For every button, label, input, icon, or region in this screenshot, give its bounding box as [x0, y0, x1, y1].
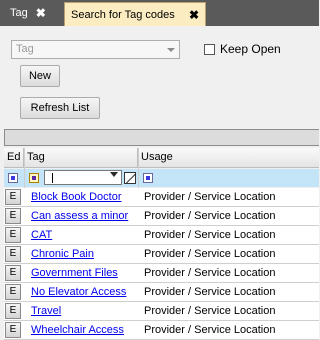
tag-combo-placeholder: Tag — [16, 43, 34, 55]
keep-open-option[interactable]: Keep Open — [204, 42, 281, 56]
table-row: E Government Files Provider / Service Lo… — [4, 264, 319, 283]
close-icon[interactable]: ✖ — [36, 6, 46, 20]
close-icon[interactable]: ✖ — [189, 8, 199, 22]
edit-button[interactable]: E — [5, 284, 21, 300]
table-row: E Block Book Doctor Provider / Service L… — [4, 188, 319, 207]
grid-toolbar — [4, 129, 319, 146]
table-row: E Wheelchair Access Provider / Service L… — [4, 321, 319, 340]
filter-mode-icon[interactable] — [8, 173, 18, 183]
table-row: E CAT Provider / Service Location — [4, 226, 319, 245]
usage-filter-icon[interactable] — [143, 173, 153, 183]
filter-dropdown-icon[interactable] — [110, 172, 118, 177]
edit-button[interactable]: E — [5, 322, 21, 338]
usage-cell: Provider / Service Location — [144, 229, 276, 241]
edit-button[interactable]: E — [5, 303, 21, 319]
edit-button[interactable]: E — [5, 265, 21, 281]
tag-link[interactable]: Wheelchair Access — [31, 324, 124, 336]
edit-button[interactable]: E — [5, 227, 21, 243]
tab-bar: Tag ✖ Search for Tag codes ✖ — [0, 0, 319, 26]
tag-link[interactable]: Travel — [31, 305, 61, 317]
text-caret — [52, 173, 53, 183]
tab-tag[interactable]: Tag ✖ — [4, 2, 62, 24]
tag-link[interactable]: Can assess a minor — [31, 210, 128, 222]
column-header-usage[interactable]: Usage — [138, 148, 319, 168]
usage-cell: Provider / Service Location — [144, 210, 276, 222]
tag-link[interactable]: Block Book Doctor — [31, 191, 121, 203]
refresh-list-button[interactable]: Refresh List — [20, 97, 100, 119]
tag-link[interactable]: CAT — [31, 229, 52, 241]
usage-cell: Provider / Service Location — [144, 267, 276, 279]
tab-search-tag-codes[interactable]: Search for Tag codes ✖ — [64, 2, 206, 26]
clear-filter-icon[interactable] — [124, 172, 136, 184]
usage-cell: Provider / Service Location — [144, 248, 276, 260]
tag-combo[interactable]: Tag — [11, 40, 180, 59]
column-header-tag[interactable]: Tag — [24, 148, 138, 168]
edit-button[interactable]: E — [5, 189, 21, 205]
tag-link[interactable]: Government Files — [31, 267, 118, 279]
table-row: E Travel Provider / Service Location — [4, 302, 319, 321]
keep-open-checkbox[interactable] — [204, 43, 215, 55]
tab-label: Search for Tag codes — [71, 8, 175, 21]
usage-cell: Provider / Service Location — [144, 324, 276, 336]
filter-operator-icon[interactable] — [29, 173, 39, 183]
new-button[interactable]: New — [20, 65, 60, 87]
column-header-ed[interactable]: Ed — [4, 148, 24, 168]
usage-cell: Provider / Service Location — [144, 305, 276, 317]
usage-cell: Provider / Service Location — [144, 191, 276, 203]
usage-cell: Provider / Service Location — [144, 286, 276, 298]
tag-link[interactable]: Chronic Pain — [31, 248, 94, 260]
tag-link[interactable]: No Elevator Access — [31, 286, 126, 298]
filter-row — [4, 169, 319, 187]
table-row: E Chronic Pain Provider / Service Locati… — [4, 245, 319, 264]
edit-button[interactable]: E — [5, 246, 21, 262]
tab-label: Tag — [10, 7, 28, 19]
table-row: E Can assess a minor Provider / Service … — [4, 207, 319, 226]
table-row: E No Elevator Access Provider / Service … — [4, 283, 319, 302]
keep-open-label: Keep Open — [220, 42, 281, 56]
edit-button[interactable]: E — [5, 208, 21, 224]
chevron-down-icon[interactable] — [167, 48, 175, 52]
